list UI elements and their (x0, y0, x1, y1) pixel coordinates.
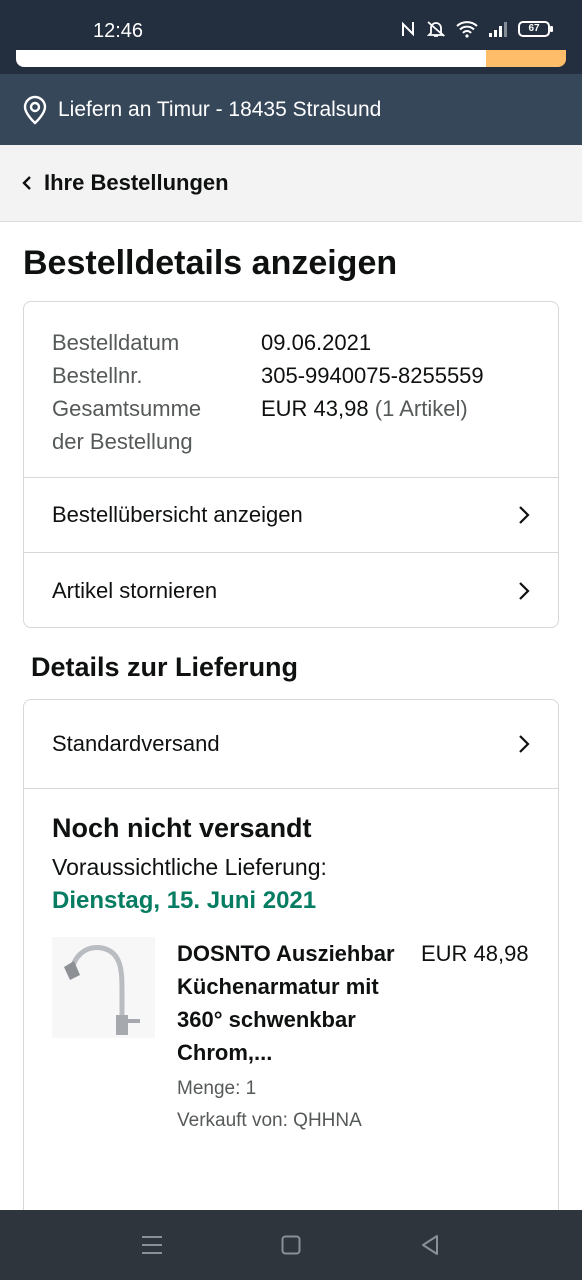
location-pin-icon (23, 95, 47, 125)
eta-date: Dienstag, 15. Juni 2021 (52, 887, 317, 914)
order-total-label: Gesamtsumme der Bestellung (52, 392, 261, 458)
delivery-card: Standardversand Noch nicht versandt Vora… (23, 699, 559, 1219)
shipment-status: Noch nicht versandt (52, 813, 312, 843)
breadcrumb-back-orders[interactable]: Ihre Bestellungen (0, 145, 582, 222)
order-date-value: 09.06.2021 (261, 330, 372, 355)
chevron-left-icon (22, 176, 31, 190)
order-info: Bestelldatum 09.06.2021 Bestellnr. 305-9… (24, 302, 558, 478)
shipping-method-label: Standardversand (52, 731, 220, 756)
nfc-icon (402, 21, 414, 37)
wifi-icon (456, 21, 478, 38)
order-date-row: Bestelldatum 09.06.2021 (52, 326, 530, 359)
order-number-value: 305-9940075-8255559 (261, 363, 484, 388)
order-total-amount: EUR 43,98 (261, 396, 369, 421)
product-info: DOSNTO Ausziehbar Küchenarmatur mit 360°… (177, 937, 415, 1137)
order-total-items: (1 Artikel) (374, 396, 468, 421)
menu-icon[interactable] (141, 1234, 163, 1256)
eta-label: Voraussichtliche Lieferung: (52, 854, 327, 880)
product-title-link[interactable]: DOSNTO Ausziehbar Küchenarmatur mit 360°… (177, 937, 415, 1069)
search-input[interactable] (16, 50, 486, 67)
order-number-row: Bestellnr. 305-9940075-8255559 (52, 359, 530, 392)
battery-icon: 67 (518, 21, 553, 37)
home-square-icon[interactable] (281, 1234, 301, 1256)
delivery-section-title: Details zur Lieferung (31, 652, 299, 682)
order-summary-card: Bestelldatum 09.06.2021 Bestellnr. 305-9… (23, 301, 559, 628)
chevron-right-icon (519, 506, 530, 524)
product-item: DOSNTO Ausziehbar Küchenarmatur mit 360°… (52, 937, 530, 1137)
shipping-method-link[interactable]: Standardversand (24, 700, 558, 789)
mute-bell-icon (426, 21, 446, 37)
breadcrumb-label: Ihre Bestellungen (44, 170, 229, 195)
order-date-label: Bestelldatum (52, 330, 180, 355)
chevron-right-icon (519, 581, 530, 600)
product-price: EUR 48,98 (421, 941, 529, 966)
view-order-summary-link[interactable]: Bestellübersicht anzeigen (24, 478, 558, 553)
cancel-items-label: Artikel stornieren (52, 577, 218, 603)
kitchen-faucet-image[interactable] (52, 937, 155, 1038)
delivery-location-text: Liefern an Timur - 18435 Stralsund (58, 97, 382, 121)
order-total-row: Gesamtsumme der Bestellung EUR 43,98 (1 … (52, 392, 530, 458)
order-total-label-line1: Gesamtsumme (52, 396, 202, 421)
page-title: Bestelldetails anzeigen (23, 244, 398, 282)
status-icons: 67 (400, 20, 553, 38)
shipment-block: Noch nicht versandt Voraussichtliche Lie… (24, 789, 558, 1161)
product-seller: Verkauft von: QHHNA (177, 1110, 362, 1131)
search-button[interactable] (486, 50, 566, 67)
cancel-items-link[interactable]: Artikel stornieren (24, 553, 558, 628)
signal-icon (489, 22, 507, 37)
product-quantity: Menge: 1 (177, 1078, 257, 1099)
delivery-location-bar[interactable]: Liefern an Timur - 18435 Stralsund (0, 74, 582, 145)
view-order-summary-label: Bestellübersicht anzeigen (52, 502, 303, 527)
status-time: 12:46 (93, 20, 144, 42)
order-number-label: Bestellnr. (52, 363, 143, 388)
order-total-value: EUR 43,98 (1 Artikel) (261, 392, 468, 458)
status-bar: 12:46 67 (0, 0, 582, 50)
order-total-label-line2: der Bestellung (52, 429, 193, 454)
back-triangle-icon[interactable] (420, 1234, 440, 1256)
system-nav-bar (0, 1210, 582, 1280)
chevron-right-icon (519, 735, 530, 753)
